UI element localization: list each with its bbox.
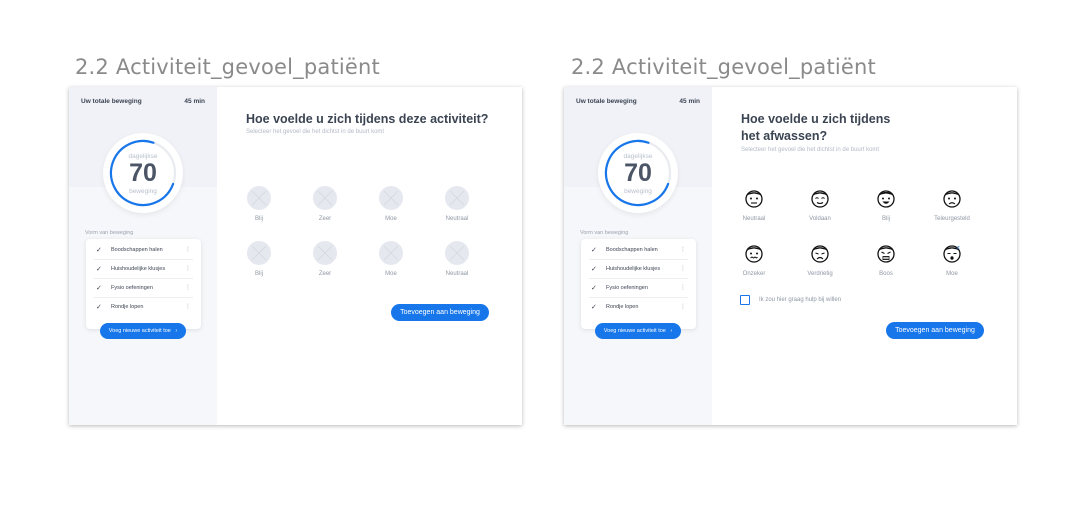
more-vertical-icon[interactable]: ⋮ bbox=[185, 265, 191, 272]
feeling-subtitle: Selecteer het gevoel die het dichtst in … bbox=[741, 147, 880, 153]
help-checkbox[interactable] bbox=[740, 295, 750, 305]
activity-item[interactable]: ✓ Huishoudelijke klusjes ⋮ bbox=[589, 260, 688, 279]
activity-item[interactable]: ✓ Rondje lopen ⋮ bbox=[589, 298, 688, 316]
emotion-option-happy[interactable]: Blij bbox=[866, 186, 906, 222]
activity-item[interactable]: ✓ Boodschappen halen ⋮ bbox=[589, 241, 688, 260]
check-icon: ✓ bbox=[96, 266, 102, 273]
emotion-option-tired[interactable]: z Moe bbox=[932, 241, 972, 277]
activity-item[interactable]: ✓ Huishoudelijke klusjes ⋮ bbox=[94, 260, 193, 279]
more-vertical-icon[interactable]: ⋮ bbox=[680, 284, 686, 291]
tired-face-icon: z bbox=[943, 245, 961, 263]
more-vertical-icon[interactable]: ⋮ bbox=[680, 303, 686, 310]
placeholder-cross-icon bbox=[383, 190, 399, 206]
check-icon: ✓ bbox=[591, 285, 597, 292]
artboard-frame: Uw totale beweging 45 min dagelijkse 70 … bbox=[564, 87, 1017, 425]
artboard-title: 2.2 Activiteit_gevoel_patiënt bbox=[571, 55, 876, 79]
satisfied-face-icon bbox=[811, 190, 829, 208]
artboard-title: 2.2 Activiteit_gevoel_patiënt bbox=[75, 55, 380, 79]
emotion-option[interactable]: Moe bbox=[371, 241, 411, 277]
sidebar-heading: Uw totale beweging 45 min bbox=[81, 98, 205, 105]
emotion-option-neutral[interactable]: Neutraal bbox=[734, 186, 774, 222]
chevron-right-icon: › bbox=[670, 328, 673, 334]
more-vertical-icon[interactable]: ⋮ bbox=[185, 246, 191, 253]
emotion-option[interactable]: Neutraal bbox=[437, 241, 477, 277]
activity-item[interactable]: ✓ Boodschappen halen ⋮ bbox=[94, 241, 193, 260]
activity-list-label: Vorm van beweging bbox=[580, 230, 629, 236]
add-activity-button[interactable]: Voeg nieuwe activiteit toe › bbox=[595, 323, 681, 339]
minutes-value: 45 min bbox=[679, 98, 700, 105]
emotion-option[interactable]: Zeer bbox=[305, 241, 345, 277]
happy-face-icon bbox=[877, 190, 895, 208]
emotion-option-disappointed[interactable]: Teleurgesteld bbox=[932, 186, 972, 222]
check-icon: ✓ bbox=[591, 304, 597, 311]
check-icon: ✓ bbox=[591, 247, 597, 254]
progress-ring: dagelijkse 70 beweging bbox=[103, 133, 183, 213]
placeholder-cross-icon bbox=[251, 245, 267, 261]
more-vertical-icon[interactable]: ⋮ bbox=[680, 265, 686, 272]
chevron-right-icon: › bbox=[175, 328, 178, 334]
emotion-option[interactable]: Blij bbox=[239, 241, 279, 277]
check-icon: ✓ bbox=[96, 247, 102, 254]
placeholder-cross-icon bbox=[449, 190, 465, 206]
placeholder-cross-icon bbox=[383, 245, 399, 261]
angry-face-icon bbox=[877, 245, 895, 263]
unsure-face-icon bbox=[745, 245, 763, 263]
emotion-option[interactable]: Moe bbox=[371, 186, 411, 222]
check-icon: ✓ bbox=[591, 266, 597, 273]
emotion-option-satisfied[interactable]: Voldaan bbox=[800, 186, 840, 222]
emotion-option-sad[interactable]: Verdrietig bbox=[800, 241, 840, 277]
sidebar: Uw totale beweging 45 min dagelijkse 70 … bbox=[564, 87, 712, 425]
total-movement-label: Uw totale beweging bbox=[81, 98, 142, 105]
sad-face-icon bbox=[811, 245, 829, 263]
activity-list: ✓ Boodschappen halen ⋮ ✓ Huishoudelijke … bbox=[86, 239, 201, 329]
svg-text:z: z bbox=[957, 245, 960, 251]
more-vertical-icon[interactable]: ⋮ bbox=[185, 284, 191, 291]
total-movement-label: Uw totale beweging bbox=[576, 98, 637, 105]
placeholder-cross-icon bbox=[449, 245, 465, 261]
ring-value: 70 bbox=[624, 159, 652, 187]
sidebar: Uw totale beweging 45 min dagelijkse 70 … bbox=[69, 87, 217, 425]
placeholder-cross-icon bbox=[317, 245, 333, 261]
activity-list-label: Vorm van beweging bbox=[85, 230, 134, 236]
neutral-face-icon bbox=[745, 190, 763, 208]
add-activity-button[interactable]: Voeg nieuwe activiteit toe › bbox=[100, 323, 186, 339]
feeling-subtitle: Selecteer het gevoel die het dichtst in … bbox=[246, 129, 385, 135]
add-to-movement-button[interactable]: Toevoegen aan beweging bbox=[886, 322, 984, 339]
progress-ring: dagelijkse 70 beweging bbox=[598, 133, 678, 213]
ring-bottom-label: beweging bbox=[624, 188, 652, 195]
ring-value: 70 bbox=[129, 159, 157, 187]
sidebar-heading: Uw totale beweging 45 min bbox=[576, 98, 700, 105]
activity-item[interactable]: ✓ Fysio oefeningen ⋮ bbox=[94, 279, 193, 298]
emotion-option[interactable]: Zeer bbox=[305, 186, 345, 222]
artboard-frame: Uw totale beweging 45 min dagelijkse 70 … bbox=[69, 87, 522, 425]
emotion-option[interactable]: Neutraal bbox=[437, 186, 477, 222]
ring-bottom-label: beweging bbox=[129, 188, 157, 195]
more-vertical-icon[interactable]: ⋮ bbox=[185, 303, 191, 310]
emotion-option-unsure[interactable]: Onzeker bbox=[734, 241, 774, 277]
emotion-option-angry[interactable]: Boos bbox=[866, 241, 906, 277]
feeling-question: Hoe voelde u zich tijdens deze activitei… bbox=[246, 112, 489, 126]
minutes-value: 45 min bbox=[184, 98, 205, 105]
help-checkbox-label: Ik zou hier graag hulp bij willen bbox=[759, 297, 842, 303]
activity-item[interactable]: ✓ Rondje lopen ⋮ bbox=[94, 298, 193, 316]
add-to-movement-button[interactable]: Toevoegen aan beweging bbox=[391, 304, 489, 321]
check-icon: ✓ bbox=[96, 285, 102, 292]
check-icon: ✓ bbox=[96, 304, 102, 311]
placeholder-cross-icon bbox=[317, 190, 333, 206]
activity-list: ✓ Boodschappen halen ⋮ ✓ Huishoudelijke … bbox=[581, 239, 696, 329]
emotion-option[interactable]: Blij bbox=[239, 186, 279, 222]
placeholder-cross-icon bbox=[251, 190, 267, 206]
activity-item[interactable]: ✓ Fysio oefeningen ⋮ bbox=[589, 279, 688, 298]
disappointed-face-icon bbox=[943, 190, 961, 208]
more-vertical-icon[interactable]: ⋮ bbox=[680, 246, 686, 253]
feeling-question: Hoe voelde u zich tijdens het afwassen? bbox=[741, 112, 891, 143]
